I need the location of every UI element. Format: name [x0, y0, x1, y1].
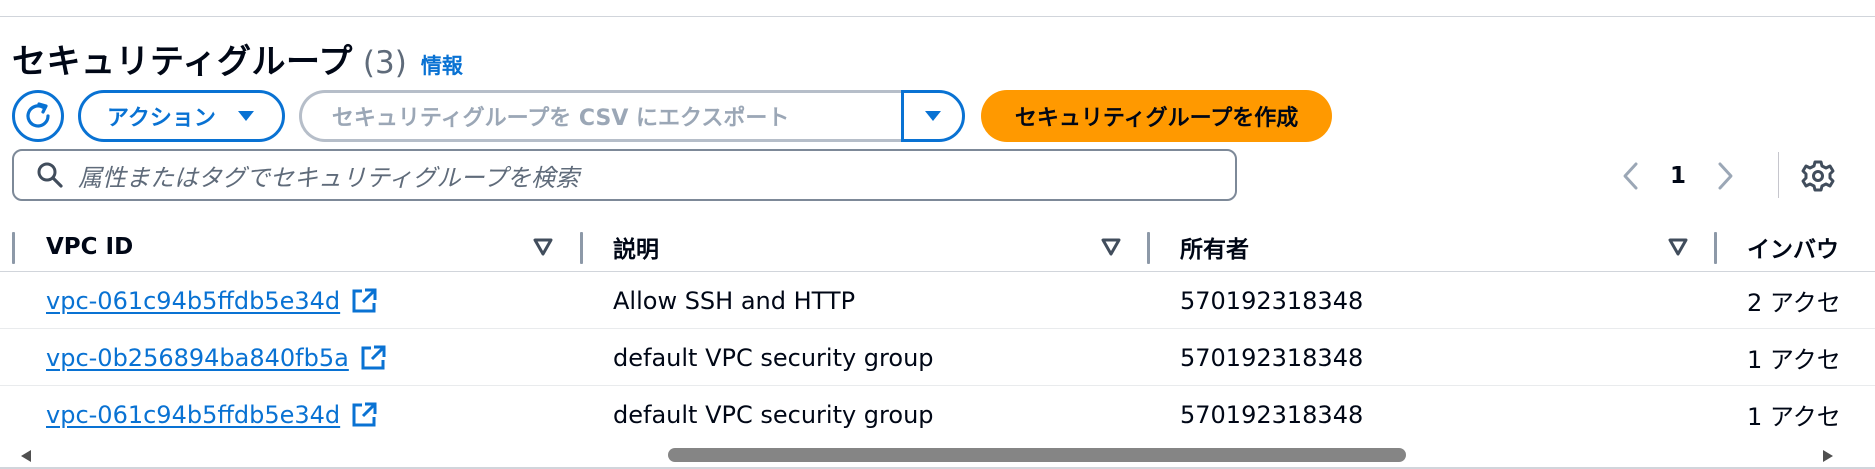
- export-csv-button[interactable]: セキュリティグループを CSV にエクスポート: [298, 90, 901, 142]
- create-security-group-button[interactable]: セキュリティグループを作成: [980, 90, 1333, 142]
- inbound-cell: 1 アクセ: [1747, 403, 1841, 431]
- external-link-icon: [359, 344, 387, 372]
- description-cell: Allow SSH and HTTP: [613, 286, 856, 315]
- sort-icon[interactable]: [1667, 222, 1689, 272]
- vpc-id-cell[interactable]: vpc-0b256894ba840fb5a: [46, 329, 387, 386]
- column-resizer[interactable]: [12, 232, 15, 264]
- description-cell: default VPC security group: [613, 343, 934, 372]
- external-link-icon: [350, 287, 378, 315]
- top-divider: [0, 16, 1875, 17]
- description-cell: default VPC security group: [613, 400, 934, 429]
- actions-label: アクション: [107, 106, 216, 131]
- horizontal-scrollbar[interactable]: [0, 446, 1875, 466]
- pagination: 1: [1620, 150, 1736, 202]
- owner-cell: 570192318348: [1180, 400, 1364, 429]
- create-security-group-label: セキュリティグループを作成: [1014, 106, 1299, 131]
- vpc-id-cell[interactable]: vpc-061c94b5ffdb5e34d: [46, 272, 378, 329]
- external-link-icon: [350, 401, 378, 429]
- column-header-owner[interactable]: 所有者: [1180, 222, 1249, 272]
- table-row[interactable]: vpc-0b256894ba840fb5a default VPC securi…: [0, 329, 1875, 386]
- current-page[interactable]: 1: [1670, 163, 1686, 189]
- column-label: VPC ID: [46, 234, 134, 260]
- column-header-description[interactable]: 説明: [613, 222, 659, 272]
- column-header-vpc-id[interactable]: VPC ID: [46, 222, 133, 272]
- column-resizer[interactable]: [1714, 232, 1717, 264]
- search-icon: [37, 162, 63, 188]
- column-resizer[interactable]: [1147, 232, 1150, 264]
- export-csv-label: セキュリティグループを CSV にエクスポート: [331, 106, 790, 131]
- security-groups-table: VPC ID 説明 所有者 インバウ vpc-061c94b5ffdb5e34d: [0, 222, 1875, 443]
- table-settings-button[interactable]: [1800, 158, 1836, 198]
- owner-cell: 570192318348: [1180, 286, 1364, 315]
- table-header: VPC ID 説明 所有者 インバウ: [0, 222, 1875, 272]
- column-header-inbound[interactable]: インバウ: [1747, 222, 1839, 272]
- pager-divider: [1778, 152, 1779, 198]
- table-row[interactable]: vpc-061c94b5ffdb5e34d Allow SSH and HTTP…: [0, 272, 1875, 329]
- item-count: (3): [362, 45, 407, 81]
- export-split-button: セキュリティグループを CSV にエクスポート: [298, 90, 965, 142]
- column-label: 所有者: [1180, 237, 1249, 263]
- column-label: 説明: [613, 237, 659, 263]
- inbound-cell: 1 アクセ: [1747, 346, 1841, 374]
- scroll-right-arrow-icon[interactable]: [1822, 449, 1834, 463]
- caret-down-icon: [924, 111, 941, 121]
- search-input[interactable]: 属性またはタグでセキュリティグループを検索: [12, 149, 1237, 201]
- info-link[interactable]: 情報: [421, 50, 463, 80]
- vpc-id-link[interactable]: vpc-061c94b5ffdb5e34d: [46, 287, 340, 315]
- toolbar: アクション セキュリティグループを CSV にエクスポート セキュリティグループ…: [12, 90, 1333, 142]
- export-dropdown-toggle[interactable]: [900, 90, 965, 142]
- scroll-left-arrow-icon[interactable]: [20, 449, 32, 463]
- column-resizer[interactable]: [580, 232, 583, 264]
- caret-down-icon: [237, 111, 254, 121]
- scrollbar-thumb[interactable]: [668, 448, 1406, 462]
- refresh-icon: [26, 102, 50, 128]
- vpc-id-link[interactable]: vpc-061c94b5ffdb5e34d: [46, 401, 340, 429]
- chevron-right-icon[interactable]: [1714, 161, 1736, 191]
- gear-icon: [1801, 160, 1835, 192]
- sort-icon[interactable]: [532, 222, 554, 272]
- owner-cell: 570192318348: [1180, 343, 1364, 372]
- refresh-button[interactable]: [12, 90, 64, 142]
- page-title: セキュリティグループ: [12, 42, 353, 82]
- column-label: インバウ: [1747, 237, 1839, 263]
- sort-icon[interactable]: [1100, 222, 1122, 272]
- actions-dropdown-button[interactable]: アクション: [78, 90, 285, 142]
- table-row[interactable]: vpc-061c94b5ffdb5e34d default VPC securi…: [0, 386, 1875, 443]
- inbound-cell: 2 アクセ: [1747, 289, 1841, 317]
- vpc-id-cell[interactable]: vpc-061c94b5ffdb5e34d: [46, 386, 378, 443]
- chevron-left-icon[interactable]: [1620, 161, 1642, 191]
- page-header: セキュリティグループ (3) 情報: [12, 34, 463, 82]
- search-placeholder: 属性またはタグでセキュリティグループを検索: [78, 163, 580, 192]
- vpc-id-link[interactable]: vpc-0b256894ba840fb5a: [46, 344, 349, 372]
